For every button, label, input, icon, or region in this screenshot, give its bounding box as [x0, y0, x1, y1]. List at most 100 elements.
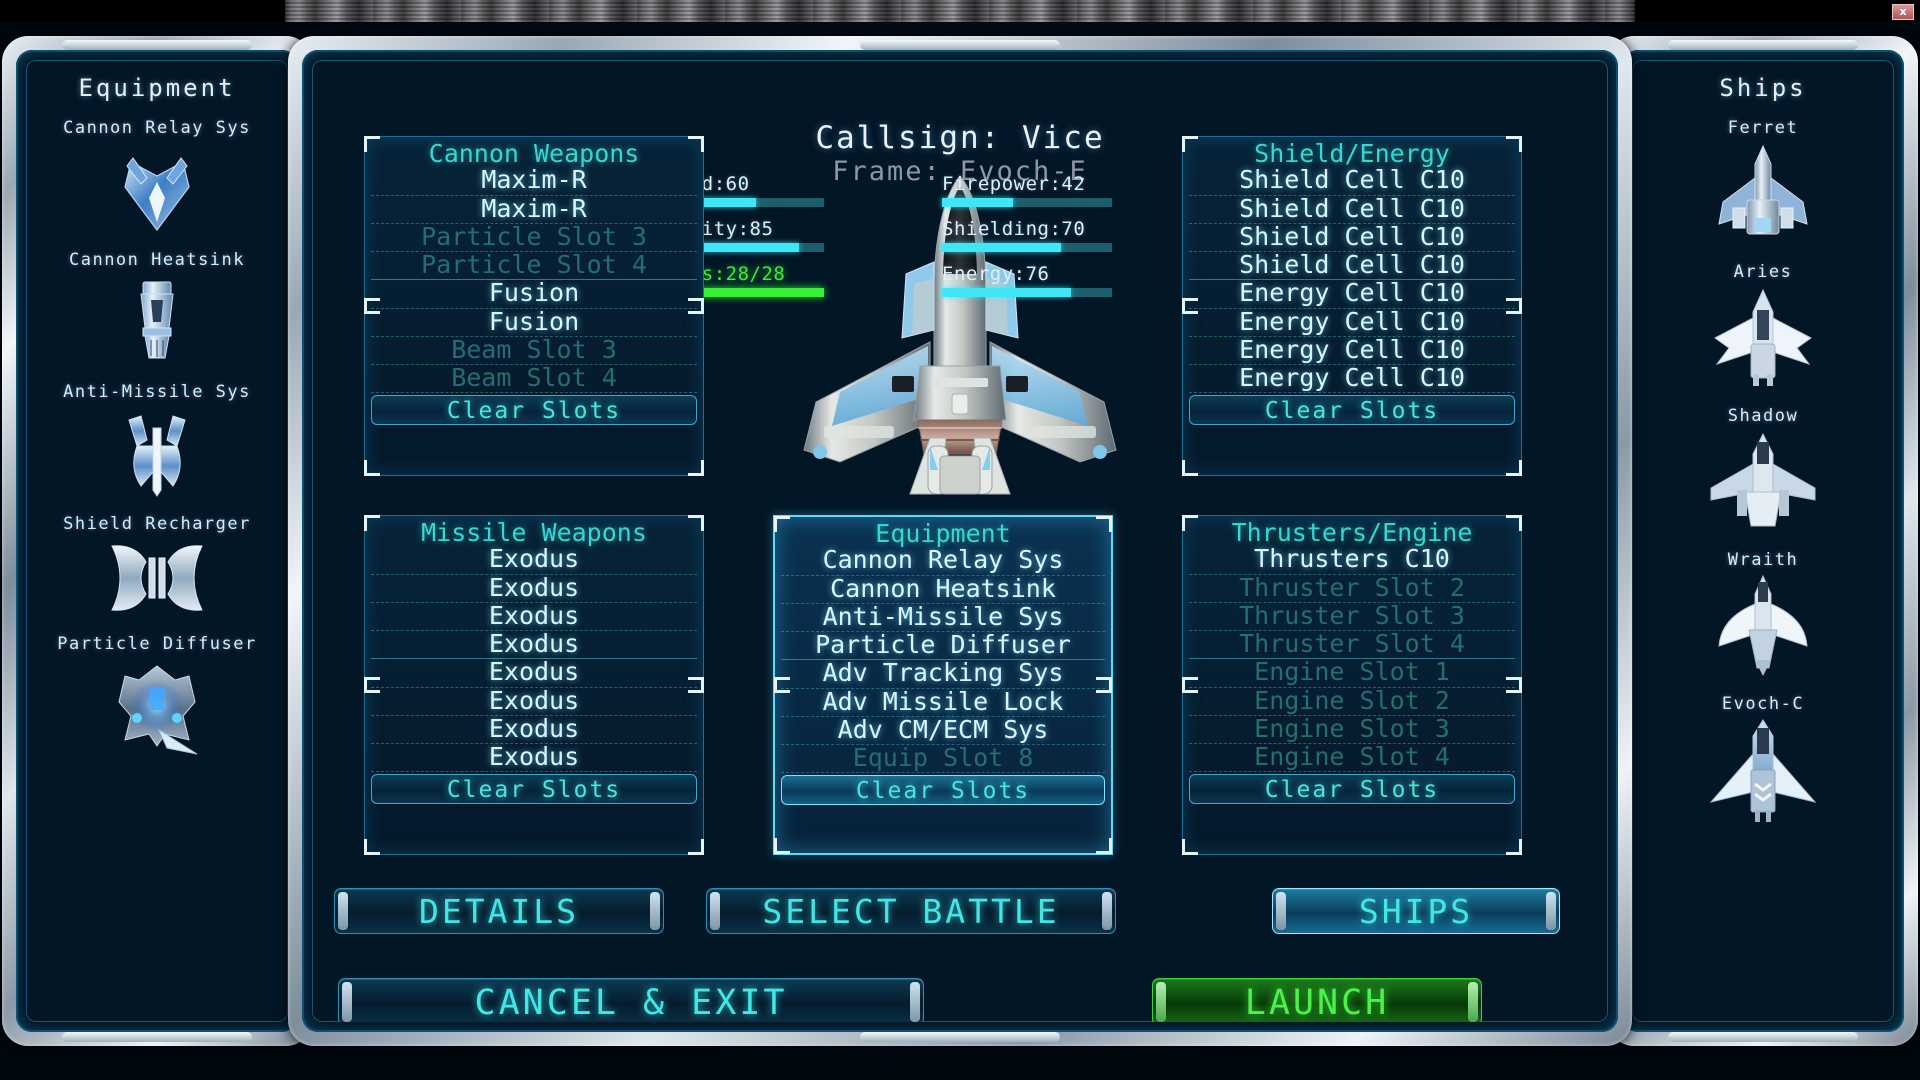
slot-row[interactable]: Exodus: [371, 659, 697, 688]
panel-corner-bracket: [364, 677, 380, 693]
ship-ferret-icon: [1718, 144, 1808, 235]
panel-corner-bracket: [1506, 460, 1522, 476]
panel-cannon-weapons[interactable]: Cannon Weapons Maxim-R Maxim-R Particle Slo…: [364, 136, 704, 476]
slot-row[interactable]: Adv Tracking Sys: [781, 660, 1105, 689]
ship-item-ferret[interactable]: Ferret: [1632, 118, 1894, 246]
bezel-notch-top: [62, 40, 252, 50]
slot-row[interactable]: Engine Slot 3: [1189, 715, 1515, 744]
bezel-notch-bottom: [860, 1032, 1060, 1042]
slot-row[interactable]: Engine Slot 2: [1189, 687, 1515, 716]
equipment-item-anti-missile[interactable]: Anti-Missile Sys: [26, 382, 288, 498]
select-battle-button-label: SELECT BATTLE: [762, 892, 1060, 931]
slot-row[interactable]: Anti-Missile Sys: [781, 603, 1105, 632]
clear-slots-button[interactable]: Clear Slots: [1189, 395, 1515, 426]
panel-shield-energy[interactable]: Shield/Energy Shield Cell C10 Shield Cell …: [1182, 136, 1522, 476]
slot-row[interactable]: Adv CM/ECM Sys: [781, 716, 1105, 745]
bezel-notch-top: [1668, 40, 1858, 50]
panel-corner-bracket: [1182, 298, 1198, 314]
slot-row[interactable]: Beam Slot 3: [371, 336, 697, 365]
slot-row[interactable]: Fusion: [371, 280, 697, 309]
slot-row[interactable]: Shield Cell C10: [1189, 167, 1515, 196]
ships-button[interactable]: SHIPS: [1272, 888, 1560, 934]
stat-shielding-track: [942, 243, 1112, 252]
slot-row[interactable]: Thruster Slot 2: [1189, 574, 1515, 603]
ship-item-shadow[interactable]: Shadow: [1632, 406, 1894, 534]
slot-row[interactable]: Cannon Heatsink: [781, 575, 1105, 604]
clear-slots-button[interactable]: Clear Slots: [371, 774, 697, 805]
slot-row[interactable]: Shield Cell C10: [1189, 251, 1515, 281]
panel-corner-bracket: [1096, 516, 1112, 532]
cancel-exit-button[interactable]: CANCEL & EXIT: [338, 978, 924, 1022]
equipment-item-particle-diffuser[interactable]: Particle Diffuser: [26, 634, 288, 758]
slot-row[interactable]: Energy Cell C10: [1189, 364, 1515, 394]
details-button[interactable]: DETAILS: [334, 888, 664, 934]
slot-row[interactable]: Thruster Slot 3: [1189, 602, 1515, 631]
slot-row[interactable]: Equip Slot 8: [781, 744, 1105, 774]
panel-corner-bracket: [1506, 515, 1522, 531]
slot-row[interactable]: Particle Slot 3: [371, 223, 697, 252]
slot-row[interactable]: Maxim-R: [371, 167, 697, 196]
details-button-label: DETAILS: [418, 892, 580, 931]
button-cap-left: [342, 982, 352, 1022]
slot-row[interactable]: Shield Cell C10: [1189, 223, 1515, 252]
slot-row[interactable]: Exodus: [371, 602, 697, 631]
ship-aries-icon: [1714, 288, 1812, 386]
panel-title: Cannon Weapons: [428, 139, 640, 168]
panel-corner-bracket: [774, 838, 790, 854]
slot-row[interactable]: Thrusters C10: [1189, 546, 1515, 575]
slot-row[interactable]: Engine Slot 4: [1189, 743, 1515, 773]
slot-row[interactable]: Particle Diffuser: [781, 631, 1105, 661]
launch-button[interactable]: LAUNCH: [1152, 978, 1482, 1022]
close-icon[interactable]: x: [1892, 4, 1914, 20]
slot-row[interactable]: Energy Cell C10: [1189, 336, 1515, 365]
button-cap-right: [1546, 892, 1556, 930]
clear-slots-button[interactable]: Clear Slots: [781, 775, 1105, 806]
panel-corner-bracket: [364, 515, 380, 531]
slot-row[interactable]: Exodus: [371, 574, 697, 603]
slot-row[interactable]: Adv Missile Lock: [781, 688, 1105, 717]
equipment-item-cannon-relay[interactable]: Cannon Relay Sys: [26, 118, 288, 234]
slot-row[interactable]: Exodus: [371, 630, 697, 660]
stat-energy: Energy:76: [942, 263, 1112, 297]
ship-item-aries[interactable]: Aries: [1632, 262, 1894, 390]
clear-slots-button[interactable]: Clear Slots: [371, 395, 697, 426]
panel-title: Equipment: [875, 519, 1011, 548]
game-screen: x Equipment Cannon Relay Sys Cannon Heat…: [0, 0, 1920, 1080]
panel-corner-bracket: [688, 515, 704, 531]
button-cap-right: [650, 892, 660, 930]
bezel-notch-bottom: [1668, 1032, 1858, 1042]
clear-slots-button[interactable]: Clear Slots: [1189, 774, 1515, 805]
cancel-exit-button-label: CANCEL & EXIT: [474, 983, 788, 1022]
ship-item-wraith[interactable]: Wraith: [1632, 550, 1894, 678]
select-battle-button[interactable]: SELECT BATTLE: [706, 888, 1116, 934]
slot-row[interactable]: Engine Slot 1: [1189, 659, 1515, 688]
equipment-item-cannon-heatsink[interactable]: Cannon Heatsink: [26, 250, 288, 366]
button-cap-left: [338, 892, 348, 930]
slot-row[interactable]: Exodus: [371, 743, 697, 773]
panel-equipment[interactable]: Equipment Cannon Relay Sys Cannon Heatsink…: [773, 515, 1113, 855]
ship-wraith-icon: [1718, 574, 1808, 676]
cannon-heatsink-icon: [140, 281, 174, 359]
panel-missile-weapons[interactable]: Missile Weapons Exodus Exodus Exodus Exodus E…: [364, 515, 704, 855]
slot-row[interactable]: Cannon Relay Sys: [781, 547, 1105, 576]
stat-energy-track: [942, 288, 1112, 297]
bezel-notch-top: [860, 40, 1060, 50]
panel-corner-bracket: [1506, 136, 1522, 152]
equipment-item-shield-recharger[interactable]: Shield Recharger: [26, 514, 288, 618]
slot-row[interactable]: Exodus: [371, 715, 697, 744]
panel-corner-bracket: [1506, 298, 1522, 314]
panel-thrusters-engine[interactable]: Thrusters/Engine Thrusters C10 Thruster Sl…: [1182, 515, 1522, 855]
slot-row[interactable]: Exodus: [371, 546, 697, 575]
slot-row[interactable]: Thruster Slot 4: [1189, 630, 1515, 660]
slot-row[interactable]: Maxim-R: [371, 195, 697, 224]
slot-row[interactable]: Energy Cell C10: [1189, 308, 1515, 337]
slot-row[interactable]: Beam Slot 4: [371, 364, 697, 394]
slot-row[interactable]: Fusion: [371, 308, 697, 337]
ship-item-label: Wraith: [1727, 550, 1799, 570]
slot-row[interactable]: Energy Cell C10: [1189, 280, 1515, 309]
slot-row[interactable]: Exodus: [371, 687, 697, 716]
slot-row[interactable]: Particle Slot 4: [371, 251, 697, 281]
slot-row[interactable]: Shield Cell C10: [1189, 195, 1515, 224]
ship-item-evoch-c[interactable]: Evoch-C: [1632, 694, 1894, 822]
ship-shadow-icon: [1710, 432, 1816, 527]
